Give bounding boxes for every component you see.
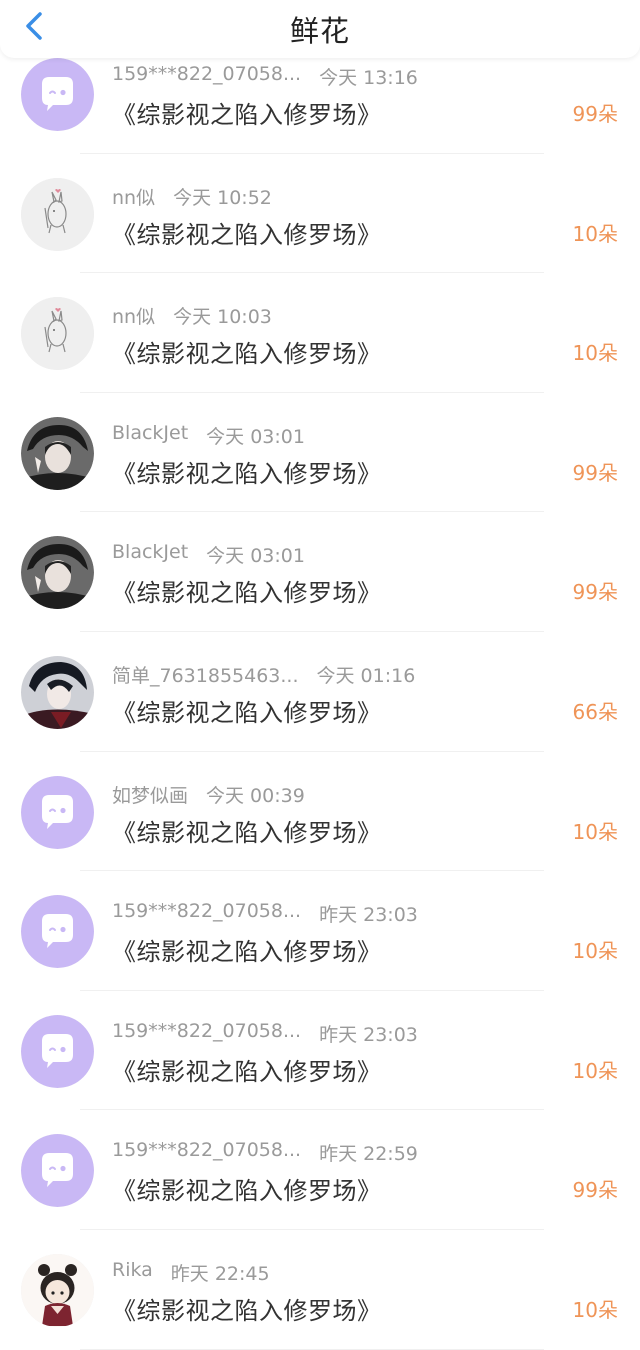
entry-meta: nn似 今天 10:03 xyxy=(112,302,272,329)
avatar[interactable] xyxy=(21,177,94,251)
user-name: 简单_7631855463... xyxy=(112,664,299,687)
avatar[interactable] xyxy=(21,297,94,371)
flower-count: 99朵 xyxy=(572,102,618,126)
page-title: 鲜花 xyxy=(289,14,350,48)
book-title[interactable]: 《综影视之陷入修罗场》 xyxy=(112,693,382,728)
list-item[interactable]: BlackJet 今天 03:01 《综影视之陷入修罗场》 99朵 xyxy=(0,512,640,632)
avatar[interactable] xyxy=(21,1253,94,1327)
user-name: nn似 xyxy=(112,306,156,329)
user-name: 159***822_07058... xyxy=(112,1139,302,1162)
flower-count: 10朵 xyxy=(572,341,618,366)
entry-meta: 159***822_07058... 昨天 22:59 xyxy=(112,1139,418,1165)
book-title[interactable]: 《综影视之陷入修罗场》 xyxy=(112,95,382,130)
timestamp: 今天 10:52 xyxy=(173,186,272,209)
timestamp: 今天 01:16 xyxy=(316,664,416,687)
list-item[interactable]: BlackJet 今天 03:01 《综影视之陷入修罗场》 99朵 xyxy=(0,393,640,513)
list-item[interactable]: Rika 昨天 22:45 《综影视之陷入修罗场》 10朵 xyxy=(0,1230,640,1350)
book-title[interactable]: 《综影视之陷入修罗场》 xyxy=(112,932,382,967)
user-name: 159***822_07058... xyxy=(112,900,302,923)
flower-count: 99朵 xyxy=(572,580,618,605)
timestamp: 昨天 23:03 xyxy=(319,1023,418,1046)
book-title[interactable]: 《综影视之陷入修罗场》 xyxy=(112,1291,382,1326)
user-name: 如梦似画 xyxy=(112,784,189,807)
avatar[interactable] xyxy=(21,1014,94,1088)
flower-gift-list: 159***822_07058... 今天 13:16 《综影视之陷入修罗场》 … xyxy=(0,34,640,1350)
flower-count: 10朵 xyxy=(572,1058,618,1083)
timestamp: 昨天 22:45 xyxy=(170,1262,270,1285)
avatar[interactable] xyxy=(21,536,94,610)
book-title[interactable]: 《综影视之陷入修罗场》 xyxy=(112,1052,382,1087)
book-title[interactable]: 《综影视之陷入修罗场》 xyxy=(112,573,382,608)
flower-count: 66朵 xyxy=(572,699,618,724)
flower-count: 10朵 xyxy=(572,221,618,246)
timestamp: 昨天 23:03 xyxy=(319,904,418,927)
user-name: 159***822_07058... xyxy=(112,1019,302,1042)
book-title[interactable]: 《综影视之陷入修罗场》 xyxy=(112,813,382,848)
timestamp: 今天 10:03 xyxy=(173,306,272,329)
entry-meta: 159***822_07058... 今天 13:16 xyxy=(112,63,418,89)
entry-meta: 如梦似画 今天 00:39 xyxy=(112,781,305,808)
list-item[interactable]: 159***822_07058... 昨天 23:03 《综影视之陷入修罗场》 … xyxy=(0,871,640,991)
entry-meta: Rika 昨天 22:45 xyxy=(112,1258,270,1285)
entry-meta: BlackJet 今天 03:01 xyxy=(112,421,305,448)
avatar[interactable] xyxy=(21,58,94,131)
avatar[interactable] xyxy=(21,655,94,729)
top-nav-bar: 鲜花 xyxy=(0,0,640,58)
book-title[interactable]: 《综影视之陷入修罗场》 xyxy=(112,454,382,489)
entry-meta: BlackJet 今天 03:01 xyxy=(112,541,305,567)
entry-meta: nn似 今天 10:52 xyxy=(112,183,272,210)
timestamp: 今天 00:39 xyxy=(206,784,305,807)
list-item[interactable]: 如梦似画 今天 00:39 《综影视之陷入修罗场》 10朵 xyxy=(0,752,640,872)
book-title[interactable]: 《综影视之陷入修罗场》 xyxy=(112,1171,382,1206)
list-item[interactable]: nn似 今天 10:52 《综影视之陷入修罗场》 10朵 xyxy=(0,154,640,274)
list-item[interactable]: 159***822_07058... 昨天 22:59 《综影视之陷入修罗场》 … xyxy=(0,1110,640,1230)
avatar[interactable] xyxy=(21,775,94,849)
flower-count: 10朵 xyxy=(572,939,618,964)
timestamp: 昨天 22:59 xyxy=(319,1143,418,1166)
user-name: Rika xyxy=(112,1258,153,1281)
book-title[interactable]: 《综影视之陷入修罗场》 xyxy=(112,334,382,369)
entry-meta: 159***822_07058... 昨天 23:03 xyxy=(112,900,418,926)
entry-meta: 简单_7631855463... 今天 01:16 xyxy=(112,661,415,688)
user-name: BlackJet xyxy=(112,541,189,564)
avatar[interactable] xyxy=(21,1134,94,1208)
timestamp: 今天 03:01 xyxy=(206,425,305,448)
timestamp: 今天 13:16 xyxy=(319,67,418,89)
avatar[interactable] xyxy=(21,895,94,969)
list-item[interactable]: nn似 今天 10:03 《综影视之陷入修罗场》 10朵 xyxy=(0,273,640,393)
user-name: nn似 xyxy=(112,186,156,209)
user-name: BlackJet xyxy=(112,421,189,444)
flower-count: 10朵 xyxy=(572,1297,618,1322)
list-item[interactable]: 简单_7631855463... 今天 01:16 《综影视之陷入修罗场》 66… xyxy=(0,632,640,752)
flower-count: 99朵 xyxy=(572,1178,618,1203)
timestamp: 今天 03:01 xyxy=(206,545,305,568)
entry-meta: 159***822_07058... 昨天 23:03 xyxy=(112,1019,418,1046)
avatar[interactable] xyxy=(21,416,94,490)
list-item[interactable]: 159***822_07058... 昨天 23:03 《综影视之陷入修罗场》 … xyxy=(0,991,640,1111)
flower-count: 99朵 xyxy=(572,460,618,485)
user-name: 159***822_07058... xyxy=(112,63,302,85)
flower-count: 10朵 xyxy=(572,819,618,844)
book-title[interactable]: 《综影视之陷入修罗场》 xyxy=(112,215,382,250)
